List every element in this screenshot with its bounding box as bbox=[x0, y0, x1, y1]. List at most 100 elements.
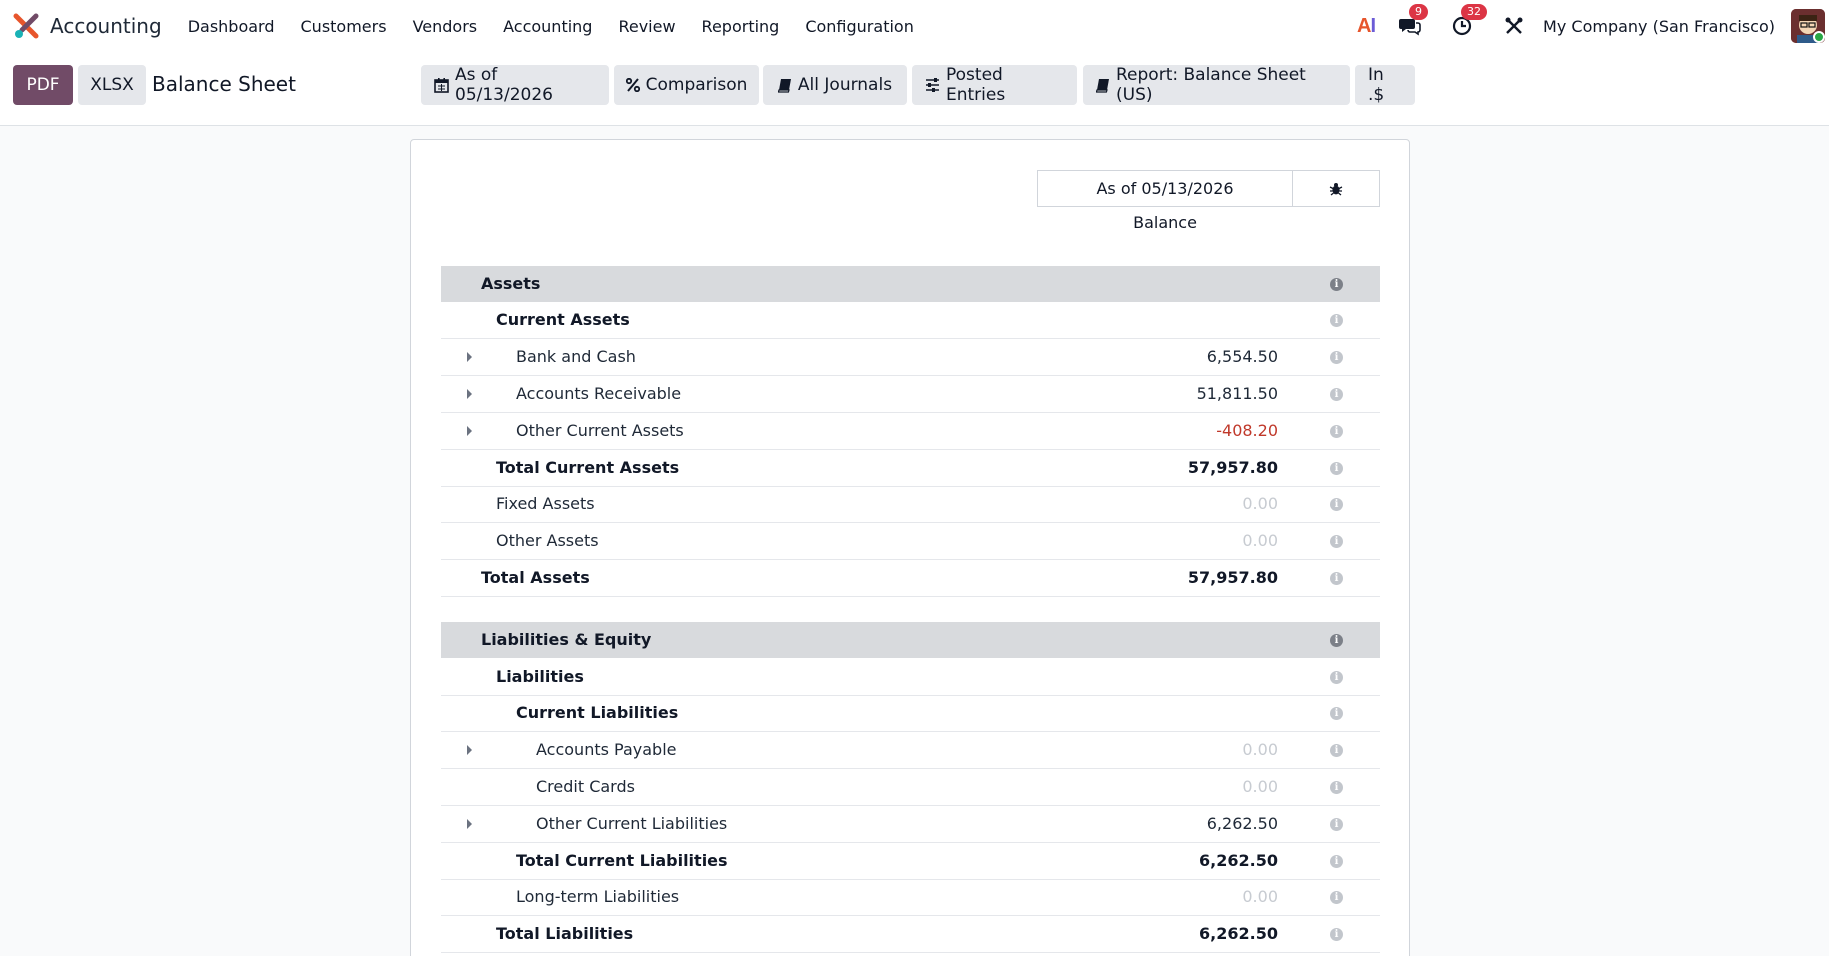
report-variant-button[interactable]: Report: Balance Sheet (US) bbox=[1083, 65, 1350, 105]
info-icon[interactable]: i bbox=[1330, 818, 1343, 831]
report-line-total-current-liabilities[interactable]: Total Current Liabilities 6,262.50 i bbox=[441, 843, 1380, 880]
page-title: Balance Sheet bbox=[152, 72, 296, 96]
info-icon[interactable]: i bbox=[1330, 634, 1343, 647]
expand-caret-icon[interactable] bbox=[467, 745, 472, 755]
info-icon[interactable]: i bbox=[1330, 498, 1343, 511]
line-balance: 0.00 bbox=[1242, 494, 1278, 513]
info-icon[interactable]: i bbox=[1330, 351, 1343, 364]
info-icon[interactable]: i bbox=[1330, 314, 1343, 327]
report-line-assets[interactable]: Assets i bbox=[441, 266, 1380, 302]
ai-icon[interactable]: AI bbox=[1357, 15, 1376, 38]
info-icon[interactable]: i bbox=[1330, 781, 1343, 794]
line-label: Liabilities & Equity bbox=[481, 630, 652, 649]
app-brand[interactable]: Accounting bbox=[12, 0, 188, 52]
tools-icon bbox=[1505, 17, 1523, 34]
info-icon[interactable]: i bbox=[1330, 855, 1343, 868]
xlsx-button[interactable]: XLSX bbox=[78, 65, 146, 105]
app-name: Accounting bbox=[50, 14, 162, 38]
currency-rounding-label: In .$ bbox=[1368, 65, 1385, 105]
pdf-button[interactable]: PDF bbox=[13, 65, 73, 105]
menu-accounting[interactable]: Accounting bbox=[503, 17, 592, 36]
info-icon[interactable]: i bbox=[1330, 744, 1343, 757]
expand-caret-icon[interactable] bbox=[467, 426, 472, 436]
line-label: Accounts Receivable bbox=[516, 384, 682, 403]
report-line-bank-and-cash[interactable]: Bank and Cash 6,554.50 i bbox=[441, 339, 1380, 376]
menu-vendors[interactable]: Vendors bbox=[413, 17, 478, 36]
sliders-icon bbox=[926, 78, 939, 92]
expand-caret-icon[interactable] bbox=[467, 819, 472, 829]
info-icon[interactable]: i bbox=[1330, 928, 1343, 941]
report-line-liabilities[interactable]: Liabilities i bbox=[441, 659, 1380, 696]
report-line-current-liabilities[interactable]: Current Liabilities i bbox=[441, 695, 1380, 732]
date-filter-label: As of 05/13/2026 bbox=[455, 65, 553, 105]
line-balance: 57,957.80 bbox=[1187, 458, 1278, 477]
info-icon[interactable]: i bbox=[1330, 891, 1343, 904]
line-balance[interactable]: -408.20 bbox=[1216, 413, 1278, 449]
line-label: Liabilities bbox=[496, 667, 584, 686]
info-icon[interactable]: i bbox=[1330, 278, 1343, 291]
report-line-other-assets[interactable]: Other Assets 0.00 i bbox=[441, 523, 1380, 560]
messages-badge: 9 bbox=[1409, 4, 1429, 20]
info-icon[interactable]: i bbox=[1330, 535, 1343, 548]
line-balance: 0.00 bbox=[1242, 777, 1278, 796]
date-filter-button[interactable]: As of 05/13/2026 bbox=[421, 65, 609, 105]
activities-button[interactable]: 32 bbox=[1449, 4, 1488, 39]
line-label: Long-term Liabilities bbox=[516, 887, 680, 906]
report-line-total-assets[interactable]: Total Assets 57,957.80 i bbox=[441, 560, 1380, 597]
user-avatar[interactable] bbox=[1791, 9, 1825, 43]
info-icon[interactable]: i bbox=[1330, 707, 1343, 720]
report-line-other-current-liabilities[interactable]: Other Current Liabilities 6,262.50 i bbox=[441, 806, 1380, 843]
line-label: Total Current Liabilities bbox=[516, 851, 728, 870]
accounting-app-icon bbox=[12, 12, 40, 40]
menu-review[interactable]: Review bbox=[618, 17, 675, 36]
report-line-accounts-payable[interactable]: Accounts Payable 0.00 i bbox=[441, 732, 1380, 769]
debug-tools-button[interactable] bbox=[1501, 13, 1527, 39]
report-line-long-term-liabilities[interactable]: Long-term Liabilities 0.00 i bbox=[441, 879, 1380, 916]
currency-rounding-button[interactable]: In .$ bbox=[1355, 65, 1415, 105]
line-balance[interactable]: 0.00 bbox=[1242, 732, 1278, 768]
line-label: Total Liabilities bbox=[496, 924, 634, 943]
journals-filter-label: All Journals bbox=[797, 75, 893, 95]
report-line-current-assets[interactable]: Current Assets i bbox=[441, 302, 1380, 339]
entries-filter-button[interactable]: Posted Entries bbox=[912, 65, 1077, 105]
top-navbar: Accounting Dashboard Customers Vendors A… bbox=[0, 0, 1829, 52]
line-label: Total Assets bbox=[481, 568, 590, 587]
company-switcher[interactable]: My Company (San Francisco) bbox=[1543, 17, 1775, 36]
report-line-liabilities-equity[interactable]: Liabilities & Equity i bbox=[441, 622, 1380, 658]
menu-configuration[interactable]: Configuration bbox=[805, 17, 914, 36]
line-balance[interactable]: 51,811.50 bbox=[1197, 376, 1278, 412]
line-label: Fixed Assets bbox=[496, 494, 595, 513]
line-balance[interactable]: 6,554.50 bbox=[1207, 339, 1278, 375]
debug-column-header[interactable] bbox=[1292, 170, 1380, 207]
report-line-accounts-receivable[interactable]: Accounts Receivable 51,811.50 i bbox=[441, 376, 1380, 413]
expand-caret-icon[interactable] bbox=[467, 352, 472, 362]
menu-dashboard[interactable]: Dashboard bbox=[188, 17, 275, 36]
report-line-other-current-assets[interactable]: Other Current Assets -408.20 i bbox=[441, 413, 1380, 450]
expand-caret-icon[interactable] bbox=[467, 389, 472, 399]
line-label: Other Current Liabilities bbox=[536, 814, 728, 833]
comparison-filter-button[interactable]: Comparison bbox=[614, 65, 759, 105]
line-label: Assets bbox=[481, 274, 541, 293]
journals-filter-button[interactable]: All Journals bbox=[763, 65, 907, 105]
info-icon[interactable]: i bbox=[1330, 462, 1343, 475]
report-line-total-liabilities[interactable]: Total Liabilities 6,262.50 i bbox=[441, 916, 1380, 953]
line-label: Accounts Payable bbox=[536, 740, 677, 759]
period-column-header[interactable]: As of 05/13/2026 bbox=[1037, 170, 1293, 207]
info-icon[interactable]: i bbox=[1330, 572, 1343, 585]
info-icon[interactable]: i bbox=[1330, 671, 1343, 684]
info-icon[interactable]: i bbox=[1330, 425, 1343, 438]
activities-badge: 32 bbox=[1461, 4, 1488, 20]
report-line-credit-cards[interactable]: Credit Cards 0.00 i bbox=[441, 769, 1380, 806]
menu-customers[interactable]: Customers bbox=[301, 17, 387, 36]
menu-reporting[interactable]: Reporting bbox=[702, 17, 780, 36]
info-icon[interactable]: i bbox=[1330, 388, 1343, 401]
line-label: Bank and Cash bbox=[516, 347, 636, 366]
messages-button[interactable]: 9 bbox=[1397, 4, 1429, 39]
line-label: Other Assets bbox=[496, 531, 599, 550]
line-label: Other Current Assets bbox=[516, 421, 684, 440]
line-balance: 6,262.50 bbox=[1199, 924, 1278, 943]
line-label: Credit Cards bbox=[536, 777, 635, 796]
line-balance[interactable]: 6,262.50 bbox=[1207, 806, 1278, 842]
report-line-fixed-assets[interactable]: Fixed Assets 0.00 i bbox=[441, 486, 1380, 523]
report-line-total-current-assets[interactable]: Total Current Assets 57,957.80 i bbox=[441, 450, 1380, 487]
